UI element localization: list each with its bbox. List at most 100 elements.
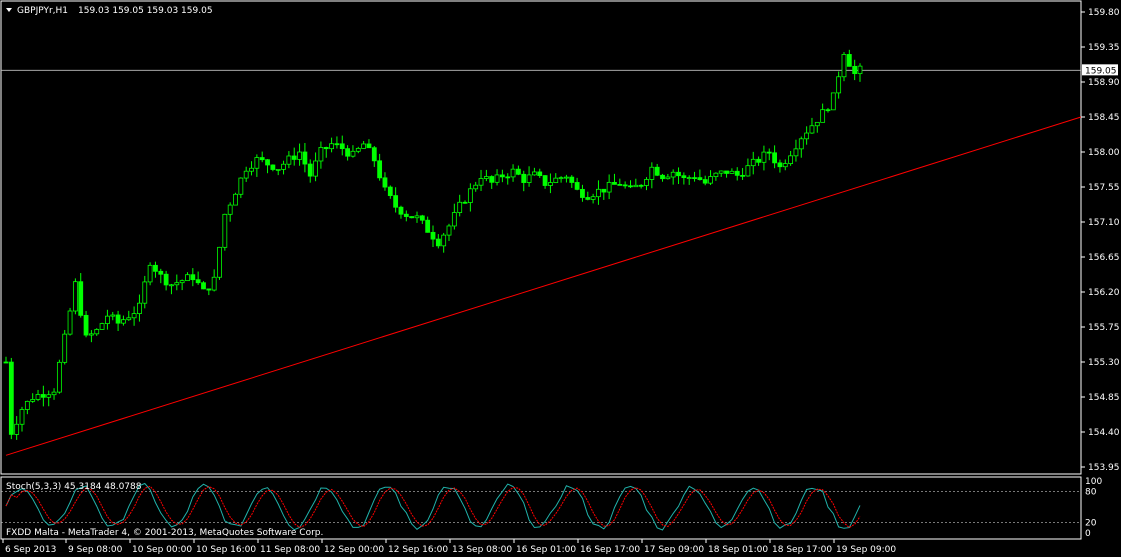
candle-body xyxy=(46,394,52,398)
candle-body xyxy=(606,181,612,193)
stoch-y-tick-label: 20 xyxy=(1085,519,1097,529)
candle-body xyxy=(126,317,132,321)
candle-body xyxy=(814,121,820,127)
candle-body xyxy=(419,215,425,221)
candle-body xyxy=(291,155,297,160)
candle-body xyxy=(158,270,164,275)
stoch-signal-line xyxy=(5,485,861,529)
candle-body xyxy=(222,213,228,248)
candle-body xyxy=(265,159,270,166)
x-tick-label: 6 Sep 2013 xyxy=(5,545,56,555)
y-tick-label: 159.80 xyxy=(1088,8,1120,18)
candle-body xyxy=(174,282,180,286)
candle-body xyxy=(505,176,511,179)
candle-body xyxy=(740,174,745,177)
candle-body xyxy=(110,314,116,317)
candle-body xyxy=(846,54,852,67)
stoch-plot xyxy=(1,482,1081,531)
candle-body xyxy=(526,174,532,183)
candle-body xyxy=(692,177,697,180)
candle-body xyxy=(553,177,559,183)
candle-body xyxy=(612,181,617,185)
candle-body xyxy=(638,184,644,187)
candle-body xyxy=(323,147,329,150)
candle-body xyxy=(489,176,495,183)
x-tick-label: 18 Sep 17:00 xyxy=(772,545,832,555)
candle-body xyxy=(8,361,14,435)
candle-body xyxy=(734,170,740,176)
candle-body xyxy=(532,171,537,176)
candle-body xyxy=(462,201,468,204)
candle-body xyxy=(115,314,121,324)
candle-body xyxy=(809,125,815,134)
x-tick-label: 12 Sep 00:00 xyxy=(324,545,384,555)
candle-body xyxy=(756,158,761,163)
candle-body xyxy=(169,284,174,287)
copyright-text: FXDD Malta - MetaTrader 4, © 2001-2013, … xyxy=(6,528,323,538)
candle-body xyxy=(665,176,671,180)
candle-body xyxy=(67,310,73,335)
candle-body xyxy=(217,246,222,278)
candle-body xyxy=(334,143,340,146)
candle-body xyxy=(569,176,575,183)
stoch-y-tick-label: 0 xyxy=(1085,529,1091,539)
candle-body xyxy=(195,279,201,284)
y-tick-label: 158.90 xyxy=(1088,78,1120,88)
candle-body xyxy=(286,155,292,165)
y-tick-label: 156.20 xyxy=(1088,288,1120,298)
stoch-title: Stoch(5,3,3) 45.3184 48.0788 xyxy=(6,482,142,492)
y-tick-label: 155.75 xyxy=(1088,323,1120,333)
candle-body xyxy=(670,171,676,178)
candle-body xyxy=(660,174,665,180)
candle-body xyxy=(457,201,463,213)
candle-body xyxy=(355,148,361,152)
candle-body xyxy=(14,423,20,435)
x-tick-label: 9 Sep 08:00 xyxy=(68,545,123,555)
candle-body xyxy=(371,147,377,162)
x-tick-label: 18 Sep 01:00 xyxy=(708,545,768,555)
candle-body xyxy=(387,186,393,196)
candle-body xyxy=(254,157,260,169)
candle-body xyxy=(30,399,36,402)
candle-body xyxy=(836,76,842,94)
chevron-down-icon[interactable] xyxy=(6,8,12,12)
candle-body xyxy=(51,391,57,396)
candle-body xyxy=(78,281,84,316)
candle-body xyxy=(729,170,735,174)
candle-body xyxy=(329,143,334,150)
candle-body xyxy=(516,168,521,175)
candle-body xyxy=(211,276,217,291)
candle-body xyxy=(430,231,436,240)
stoch-y-tick-label: 100 xyxy=(1085,477,1102,487)
trendline[interactable] xyxy=(5,116,1082,456)
candle-body xyxy=(702,179,708,184)
x-tick-label: 12 Sep 16:00 xyxy=(388,545,448,555)
candle-body xyxy=(318,147,324,162)
candle-body xyxy=(766,151,772,154)
candle-body xyxy=(147,264,153,283)
price-plot xyxy=(1,49,1082,456)
candle-body xyxy=(857,65,863,75)
candle-body xyxy=(72,281,78,312)
candle-body xyxy=(713,172,719,178)
x-tick-label: 10 Sep 00:00 xyxy=(132,545,192,555)
candle-body xyxy=(617,184,623,186)
candle-body xyxy=(494,174,500,183)
candle-body xyxy=(24,400,30,410)
chart-canvas[interactable]: 159.80 159.35 158.90 158.45 158.00 157.55 157.… xyxy=(0,0,1121,557)
ohlc-readout: 159.03 159.05 159.03 159.05 xyxy=(78,6,213,16)
candle-body xyxy=(99,323,105,330)
candle-body xyxy=(718,170,724,174)
candle-body xyxy=(398,206,404,215)
candle-body xyxy=(708,176,713,184)
candle-body xyxy=(580,188,585,198)
candle-body xyxy=(270,164,276,170)
candle-body xyxy=(62,333,68,363)
y-tick-label: 159.35 xyxy=(1088,43,1120,53)
candle-body xyxy=(243,170,249,179)
candle-body xyxy=(89,333,94,336)
y-tick-label: 158.00 xyxy=(1088,148,1120,158)
candle-body xyxy=(339,143,345,150)
candle-body xyxy=(793,148,799,157)
candle-body xyxy=(275,168,281,171)
